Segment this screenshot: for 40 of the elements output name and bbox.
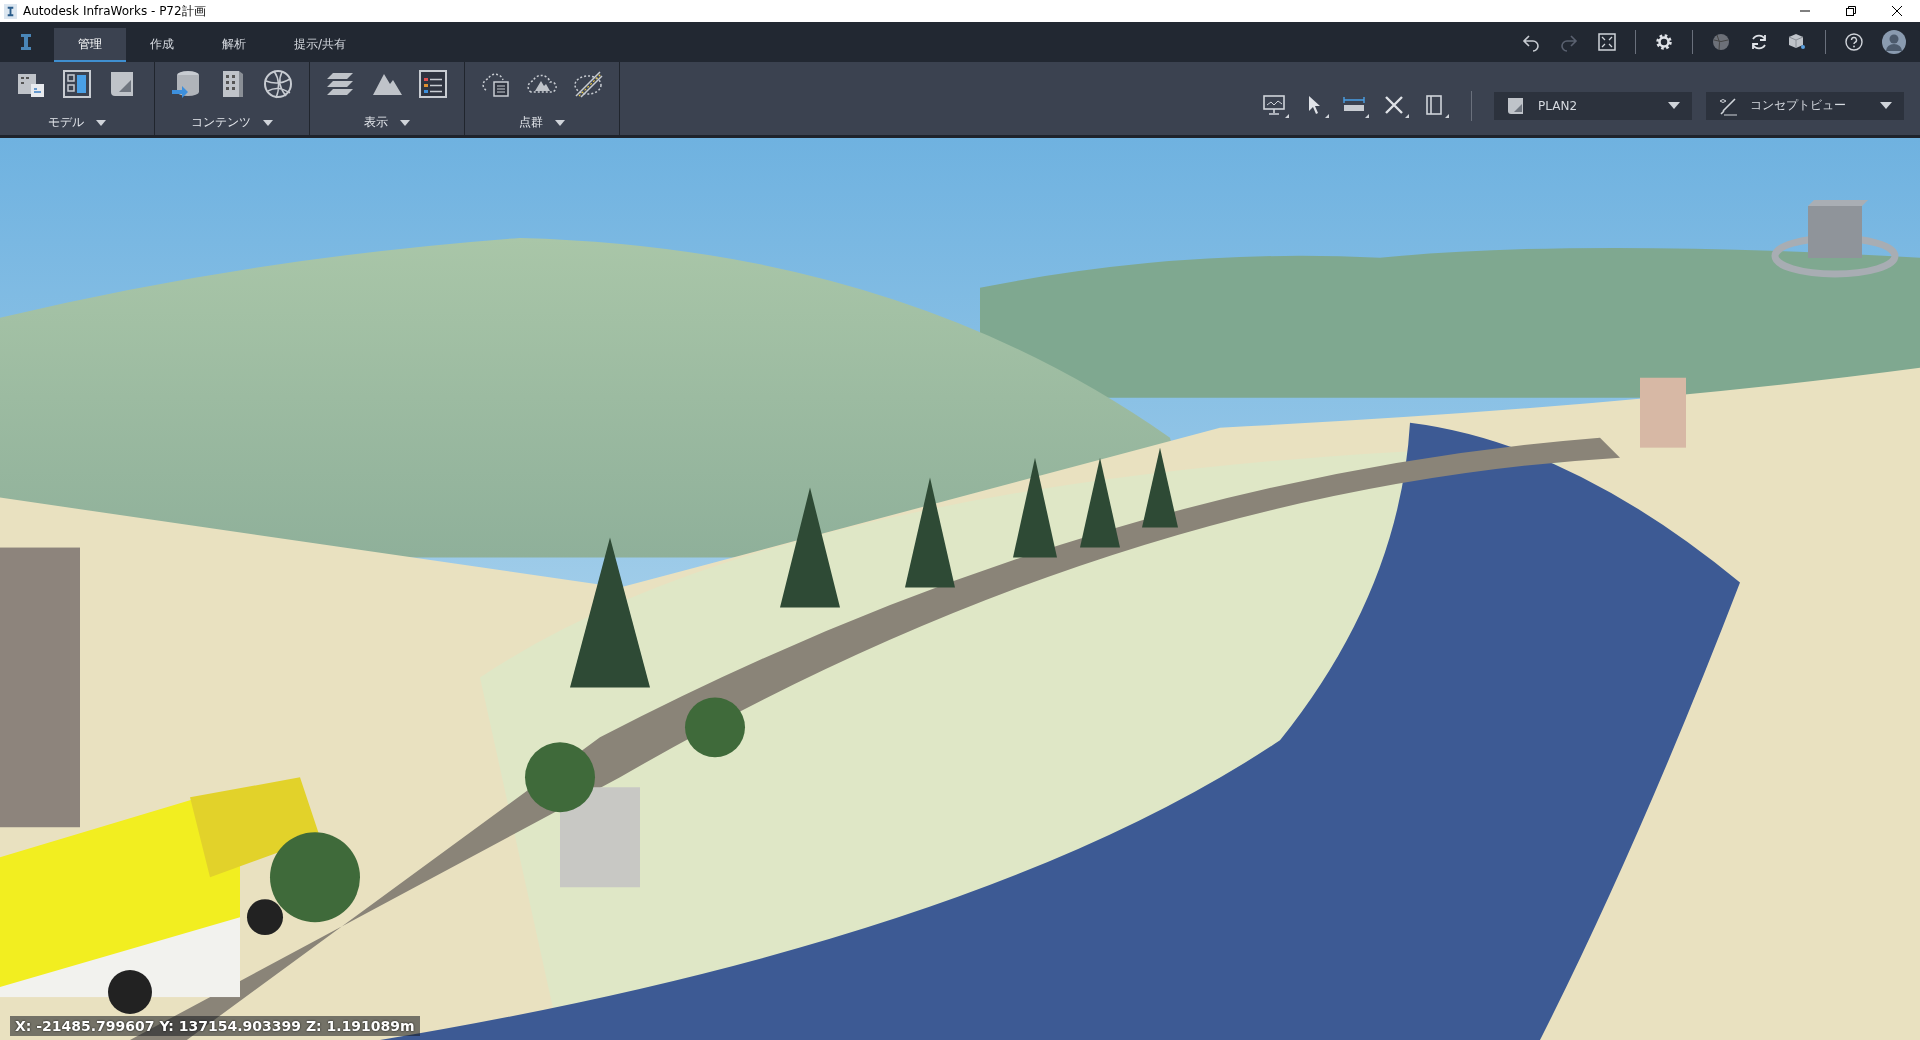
ribbon-group-menu[interactable]: コンテンツ [187, 114, 277, 131]
ribbon-tab[interactable]: 解析 [198, 28, 270, 62]
restore-icon [1845, 5, 1857, 17]
panel-layout-icon[interactable] [61, 68, 93, 100]
caret-icon [555, 119, 565, 126]
app-logo-icon [4, 3, 17, 19]
caret-icon [1880, 102, 1892, 109]
map-sheet-icon [1506, 95, 1526, 116]
app-menu-icon[interactable] [20, 32, 32, 52]
settings-icon[interactable] [1654, 32, 1674, 52]
caret-icon [400, 119, 410, 126]
caret-icon [1668, 102, 1680, 109]
view-style-dropdown[interactable]: コンセプトビュー [1706, 91, 1904, 120]
close-icon [1891, 5, 1903, 17]
coordinate-readout: X: -21485.799607 Y: 137154.903399 Z: 1.191089m [10, 1016, 420, 1036]
undo-arrow-icon[interactable] [1521, 32, 1541, 52]
tools-icon[interactable] [1383, 93, 1409, 118]
ribbon-group-menu[interactable]: 点群 [515, 114, 569, 131]
caret-icon [263, 119, 273, 126]
monitor-chart-icon[interactable] [1263, 93, 1289, 118]
cloud-road-icon[interactable] [572, 68, 604, 100]
proposal-dropdown[interactable]: PLAN2 [1494, 91, 1692, 120]
ribbon-tab[interactable]: 作成 [126, 28, 198, 62]
globe-icon[interactable] [1711, 32, 1731, 52]
ribbon-group-menu[interactable]: モデル [44, 114, 110, 131]
fullscreen-icon[interactable] [1597, 32, 1617, 52]
help-icon[interactable] [1844, 32, 1864, 52]
user-avatar-icon[interactable] [1882, 30, 1906, 54]
caret-icon [96, 119, 106, 126]
ribbon-group-menu[interactable]: 表示 [360, 114, 414, 131]
ribbon-tab[interactable]: 管理 [54, 28, 126, 62]
legend-list-icon[interactable] [417, 68, 449, 100]
brush-icon [1718, 95, 1738, 116]
ribbon-tab[interactable]: 提示/共有 [270, 28, 371, 62]
book-icon[interactable] [1423, 93, 1449, 118]
database-import-icon[interactable] [170, 68, 202, 100]
globe-icon[interactable] [262, 68, 294, 100]
window-title: Autodesk InfraWorks - P72計画 [23, 2, 206, 20]
cube-share-icon[interactable] [1787, 32, 1807, 52]
refresh-icon[interactable] [1749, 32, 1769, 52]
